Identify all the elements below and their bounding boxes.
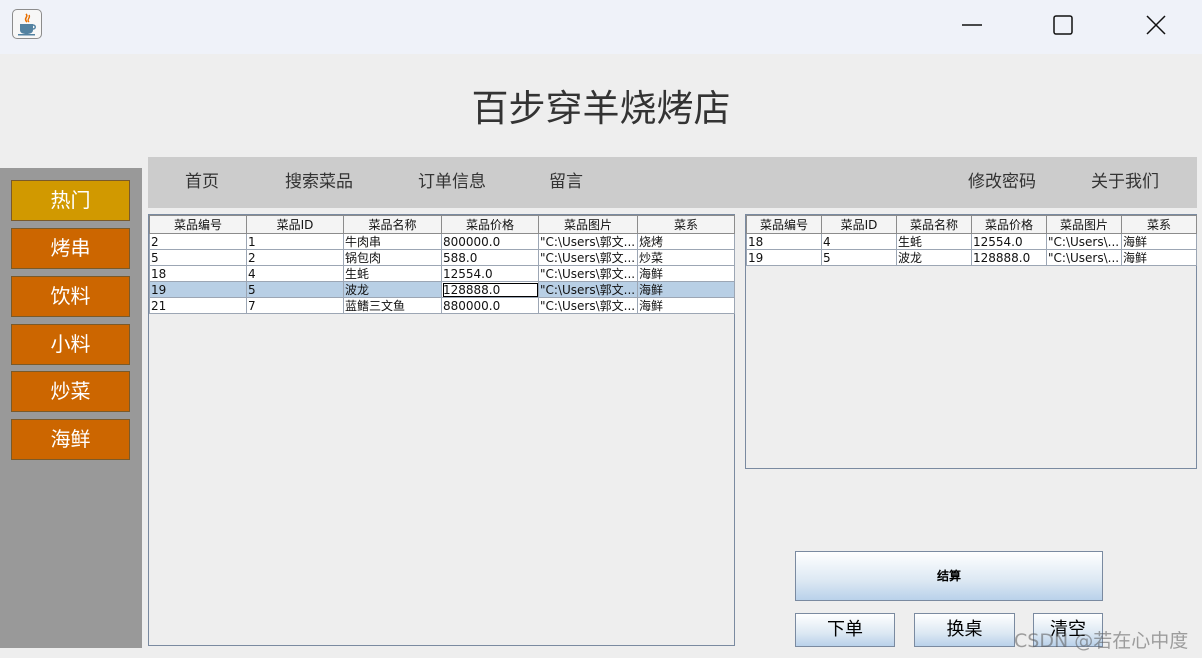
category-drinks-button[interactable]: 饮料: [11, 276, 130, 317]
cart-table-panel[interactable]: 菜品编号 菜品ID 菜品名称 菜品价格 菜品图片 菜系 18 4 生蚝 1255…: [745, 214, 1197, 469]
table-row-selected[interactable]: 19 5 波龙 128888.0 "C:\Users\郭文... 海鲜: [149, 281, 735, 298]
table-cell[interactable]: "C:\Users\...: [1046, 233, 1122, 250]
column-header[interactable]: 菜品图片: [1046, 215, 1122, 234]
maximize-button[interactable]: [1017, 0, 1109, 50]
table-cell[interactable]: "C:\Users\郭文...: [538, 281, 638, 298]
close-button[interactable]: [1110, 0, 1202, 50]
close-icon: [1146, 15, 1166, 35]
java-icon[interactable]: [12, 9, 42, 39]
table-row[interactable]: 19 5 波龙 128888.0 "C:\Users\... 海鲜: [746, 249, 1197, 266]
table-row[interactable]: 18 4 生蚝 12554.0 "C:\Users\... 海鲜: [746, 233, 1197, 250]
nav-order-info[interactable]: 订单信息: [418, 157, 486, 208]
place-order-button[interactable]: 下单: [795, 613, 895, 647]
menu-table[interactable]: 菜品编号 菜品ID 菜品名称 菜品价格 菜品图片 菜系 2 1 牛肉串 8000…: [149, 215, 735, 314]
table-cell[interactable]: 800000.0: [441, 233, 539, 250]
table-cell[interactable]: 2: [246, 249, 344, 266]
column-header[interactable]: 菜品名称: [896, 215, 972, 234]
table-cell[interactable]: 5: [246, 281, 344, 298]
table-cell[interactable]: 2: [149, 233, 247, 250]
menu-table-panel[interactable]: 菜品编号 菜品ID 菜品名称 菜品价格 菜品图片 菜系 2 1 牛肉串 8000…: [148, 214, 735, 646]
nav-messages[interactable]: 留言: [549, 157, 583, 208]
title-bar: [0, 0, 1202, 54]
table-cell[interactable]: 海鲜: [637, 281, 735, 298]
table-cell[interactable]: 7: [246, 297, 344, 314]
table-cell[interactable]: 18: [149, 265, 247, 282]
table-cell[interactable]: 海鲜: [1121, 233, 1197, 250]
nav-about-us[interactable]: 关于我们: [1091, 157, 1159, 208]
category-sidebar: 热门 烤串 饮料 小料 炒菜 海鲜: [0, 168, 142, 648]
table-cell[interactable]: "C:\Users\郭文...: [538, 265, 638, 282]
category-seafood-button[interactable]: 海鲜: [11, 419, 130, 460]
checkout-button[interactable]: 结算: [795, 551, 1103, 601]
table-cell[interactable]: "C:\Users\郭文...: [538, 249, 638, 266]
table-cell[interactable]: 烧烤: [637, 233, 735, 250]
table-cell[interactable]: 19: [746, 249, 822, 266]
table-cell[interactable]: 波龙: [343, 281, 442, 298]
cart-table[interactable]: 菜品编号 菜品ID 菜品名称 菜品价格 菜品图片 菜系 18 4 生蚝 1255…: [746, 215, 1197, 266]
table-cell[interactable]: 5: [821, 249, 897, 266]
nav-change-password[interactable]: 修改密码: [968, 157, 1036, 208]
category-stirfry-button[interactable]: 炒菜: [11, 371, 130, 412]
category-sides-button[interactable]: 小料: [11, 324, 130, 365]
table-cell[interactable]: 12554.0: [441, 265, 539, 282]
table-cell[interactable]: 波龙: [896, 249, 972, 266]
column-header[interactable]: 菜品名称: [343, 215, 442, 234]
table-row[interactable]: 18 4 生蚝 12554.0 "C:\Users\郭文... 海鲜: [149, 265, 735, 282]
minimize-button[interactable]: [926, 0, 1018, 50]
category-skewers-button[interactable]: 烤串: [11, 228, 130, 269]
table-cell[interactable]: 12554.0: [971, 233, 1047, 250]
table-cell[interactable]: 海鲜: [637, 265, 735, 282]
table-cell[interactable]: 1: [246, 233, 344, 250]
table-cell[interactable]: 4: [246, 265, 344, 282]
store-title: 百步穿羊烧烤店: [471, 87, 731, 130]
table-row[interactable]: 5 2 锅包肉 588.0 "C:\Users\郭文... 炒菜: [149, 249, 735, 266]
table-cell[interactable]: 海鲜: [637, 297, 735, 314]
table-cell[interactable]: 炒菜: [637, 249, 735, 266]
cart-table-header: 菜品编号 菜品ID 菜品名称 菜品价格 菜品图片 菜系: [746, 215, 1197, 234]
table-cell[interactable]: 18: [746, 233, 822, 250]
menu-table-header: 菜品编号 菜品ID 菜品名称 菜品价格 菜品图片 菜系: [149, 215, 735, 234]
table-cell[interactable]: 海鲜: [1121, 249, 1197, 266]
table-cell[interactable]: 128888.0: [971, 249, 1047, 266]
watermark: CSDN @若在心中度: [1014, 630, 1189, 652]
table-cell[interactable]: 880000.0: [441, 297, 539, 314]
column-header[interactable]: 菜品图片: [538, 215, 638, 234]
table-cell[interactable]: 生蚝: [896, 233, 972, 250]
column-header[interactable]: 菜品ID: [821, 215, 897, 234]
maximize-icon: [1053, 15, 1073, 35]
table-cell[interactable]: 21: [149, 297, 247, 314]
column-header[interactable]: 菜系: [1121, 215, 1197, 234]
minimize-icon: [962, 24, 982, 26]
table-cell[interactable]: "C:\Users\...: [1046, 249, 1122, 266]
table-cell[interactable]: "C:\Users\郭文...: [538, 233, 638, 250]
table-cell[interactable]: 588.0: [441, 249, 539, 266]
category-hot-button[interactable]: 热门: [11, 180, 130, 221]
table-cell[interactable]: "C:\Users\郭文...: [538, 297, 638, 314]
table-cell[interactable]: 4: [821, 233, 897, 250]
table-cell[interactable]: 锅包肉: [343, 249, 442, 266]
column-header[interactable]: 菜品编号: [149, 215, 247, 234]
column-header[interactable]: 菜品价格: [971, 215, 1047, 234]
table-cell[interactable]: 5: [149, 249, 247, 266]
column-header[interactable]: 菜品价格: [441, 215, 539, 234]
nav-bar: 首页 搜索菜品 订单信息 留言 修改密码 关于我们: [148, 157, 1197, 208]
table-row[interactable]: 21 7 蓝鳍三文鱼 880000.0 "C:\Users\郭文... 海鲜: [149, 297, 735, 314]
table-cell[interactable]: 蓝鳍三文鱼: [343, 297, 442, 314]
nav-search-dishes[interactable]: 搜索菜品: [285, 157, 353, 208]
table-cell[interactable]: 19: [149, 281, 247, 298]
table-cell[interactable]: 生蚝: [343, 265, 442, 282]
nav-home[interactable]: 首页: [185, 157, 219, 208]
table-row[interactable]: 2 1 牛肉串 800000.0 "C:\Users\郭文... 烧烤: [149, 233, 735, 250]
table-cell[interactable]: 牛肉串: [343, 233, 442, 250]
column-header[interactable]: 菜品编号: [746, 215, 822, 234]
column-header[interactable]: 菜品ID: [246, 215, 344, 234]
table-cell-focused[interactable]: 128888.0: [441, 281, 539, 298]
change-table-button[interactable]: 换桌: [914, 613, 1015, 647]
column-header[interactable]: 菜系: [637, 215, 735, 234]
